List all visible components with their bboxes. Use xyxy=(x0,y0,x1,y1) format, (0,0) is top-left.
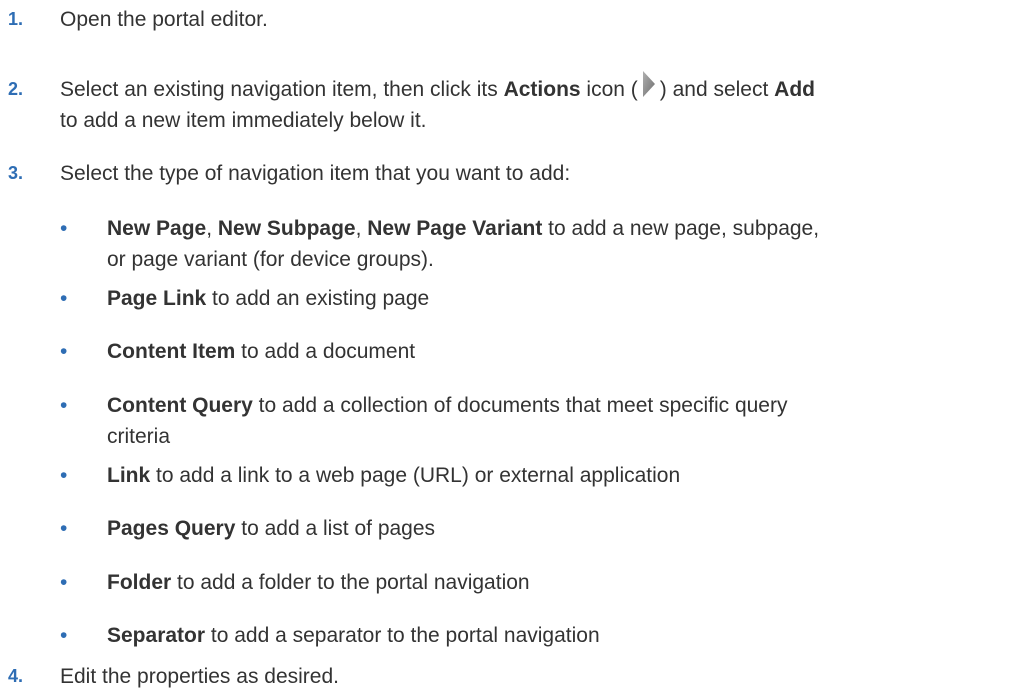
list-item-text: Link to add a link to a web page (URL) o… xyxy=(107,460,987,491)
step-4: 4. Edit the properties as desired. xyxy=(8,661,1018,692)
item-rest: to add a list of pages xyxy=(235,517,436,540)
step-text-part: icon ( xyxy=(580,78,638,101)
step-text: Select the type of navigation item that … xyxy=(60,162,571,185)
bullet-icon: • xyxy=(60,517,68,540)
item-bold: Folder xyxy=(107,571,172,594)
item-rest: to add a collection of documents that me… xyxy=(252,394,788,417)
bullet-icon: • xyxy=(60,340,68,363)
item-bold: Content Query xyxy=(107,394,253,417)
item-rest: to add a document xyxy=(235,340,416,363)
bullet-icon: • xyxy=(60,624,68,647)
list-item-text: Separator to add a separator to the port… xyxy=(107,620,987,651)
step-text-part: ) and select xyxy=(659,78,775,101)
bullet-icon: • xyxy=(60,217,68,240)
item-rest: to add an existing page xyxy=(206,287,430,310)
step-text: Open the portal editor. xyxy=(60,8,268,31)
list-item-text: Pages Query to add a list of pages xyxy=(107,513,987,544)
list-item: • Content Query to add a collection of d… xyxy=(60,390,1018,452)
item-bold: New Subpage xyxy=(217,217,356,240)
list-item: • New Page, New Subpage, New Page Varian… xyxy=(60,213,1018,275)
step-text: Select an existing navigation item, then… xyxy=(60,71,995,136)
bullet-icon: • xyxy=(60,571,68,594)
list-item: • Content Item to add a document xyxy=(60,336,1018,367)
add-label: Add xyxy=(774,78,815,101)
step-text-part: to add a new item immediately below it. xyxy=(60,109,427,132)
step-3: 3. Select the type of navigation item th… xyxy=(8,158,1018,189)
item-rest: to add a link to a web page (URL) or ext… xyxy=(150,464,681,487)
list-item-text: Folder to add a folder to the portal nav… xyxy=(107,567,987,598)
bullet-icon: • xyxy=(60,394,68,417)
list-item-text: Page Link to add an existing page xyxy=(107,283,987,314)
list-item: • Folder to add a folder to the portal n… xyxy=(60,567,1018,598)
list-item-text: Content Query to add a collection of doc… xyxy=(107,390,987,452)
list-item-text: Content Item to add a document xyxy=(107,336,987,367)
step-number: 2. xyxy=(8,79,24,99)
item-rest: to add a folder to the portal navigation xyxy=(171,571,530,594)
bullet-icon: • xyxy=(60,464,68,487)
actions-label: Actions xyxy=(503,78,581,101)
separator-text: , xyxy=(206,217,218,240)
step-text: Edit the properties as desired. xyxy=(60,665,339,688)
actions-arrow-icon xyxy=(638,71,660,105)
item-bold: Page Link xyxy=(107,287,207,310)
separator-text: , xyxy=(355,217,368,240)
list-item-text: New Page, New Subpage, New Page Variant … xyxy=(107,213,987,275)
item-bold: New Page Variant xyxy=(367,217,543,240)
item-rest: or page variant (for device groups). xyxy=(107,248,434,271)
item-bold: Separator xyxy=(107,624,206,647)
step-2: 2. Select an existing navigation item, t… xyxy=(8,71,1018,136)
item-bold: Link xyxy=(107,464,151,487)
list-item: • Link to add a link to a web page (URL)… xyxy=(60,460,1018,491)
item-rest: criteria xyxy=(107,425,171,448)
item-bold: New Page xyxy=(107,217,207,240)
item-bold: Content Item xyxy=(107,340,236,363)
item-bold: Pages Query xyxy=(107,517,236,540)
item-rest: to add a separator to the portal navigat… xyxy=(205,624,600,647)
step-number: 4. xyxy=(8,666,24,686)
list-item: • Separator to add a separator to the po… xyxy=(60,620,1018,651)
list-item: • Pages Query to add a list of pages xyxy=(60,513,1018,544)
step-number: 1. xyxy=(8,9,24,29)
list-item: • Page Link to add an existing page xyxy=(60,283,1018,314)
step-number: 3. xyxy=(8,163,24,183)
step-text-part: Select an existing navigation item, then… xyxy=(60,78,504,101)
item-rest: to add a new page, subpage, xyxy=(542,217,820,240)
step-1: 1. Open the portal editor. xyxy=(8,4,1018,35)
bullet-icon: • xyxy=(60,287,68,310)
